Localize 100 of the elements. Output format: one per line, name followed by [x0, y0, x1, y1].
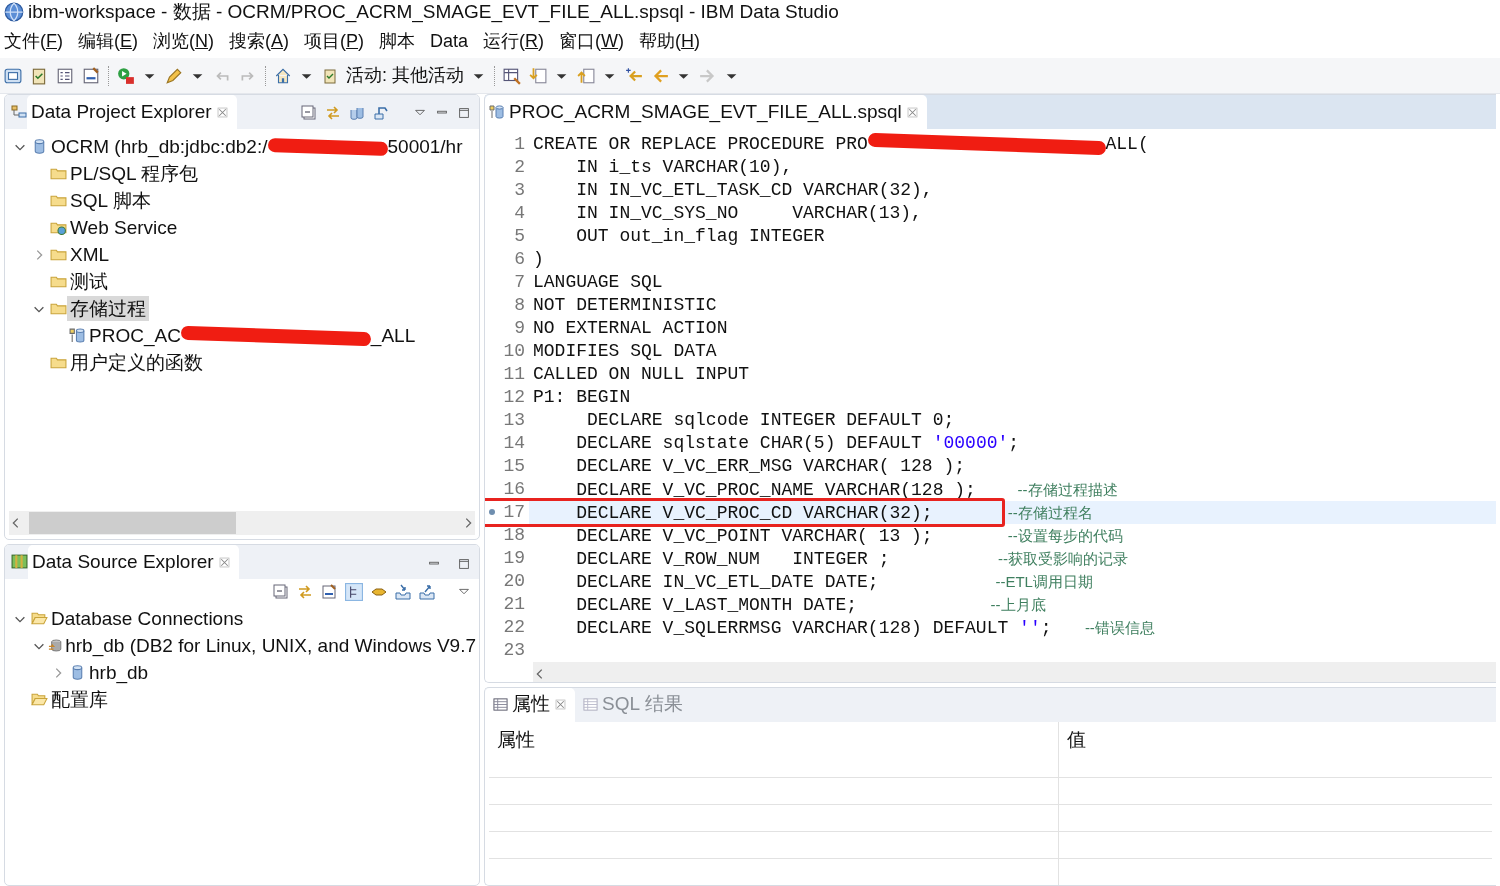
- menu-item[interactable]: 浏览(N): [153, 27, 214, 55]
- line-number: 9: [513, 317, 526, 340]
- code-comment: --获取受影响的记录: [997, 550, 1128, 567]
- line-number: 7: [513, 271, 526, 294]
- code-text: NOT DETERMINISTIC: [533, 295, 717, 315]
- collapse-all-icon[interactable]: [301, 105, 317, 121]
- run-icon[interactable]: [117, 66, 135, 85]
- column-header: 值: [1067, 728, 1086, 750]
- tree-item[interactable]: PL/SQL 程序包: [67, 161, 202, 186]
- database-icon[interactable]: [349, 105, 365, 121]
- line-number: 19: [502, 547, 526, 570]
- maximize-icon[interactable]: [457, 557, 471, 571]
- line-number: 3: [513, 179, 526, 202]
- maximize-icon[interactable]: [457, 106, 471, 120]
- line-number: 1: [513, 133, 526, 156]
- string-literal: '00000': [932, 433, 1009, 453]
- close-icon[interactable]: [905, 105, 919, 119]
- list-icon[interactable]: [56, 66, 74, 85]
- code-text: ALL(: [1105, 134, 1149, 154]
- tree-item[interactable]: SQL 脚本: [67, 188, 154, 213]
- code-text: P1: BEGIN: [533, 387, 631, 407]
- menu-item[interactable]: 文件(F): [4, 27, 63, 55]
- window-icon[interactable]: [4, 66, 22, 85]
- menu-item[interactable]: 脚本: [379, 27, 416, 55]
- tree-item[interactable]: 存储过程: [67, 296, 149, 321]
- code-text: DECLARE V_SQLERRMSG VARCHAR(128) DEFAULT: [575, 618, 1010, 638]
- tree-item[interactable]: XML: [67, 242, 113, 267]
- column-header: 属性: [497, 728, 535, 750]
- import-icon[interactable]: [395, 584, 411, 600]
- close-icon[interactable]: [554, 698, 567, 711]
- table-icon: [583, 697, 598, 712]
- pencil-icon[interactable]: [165, 66, 183, 85]
- line-number: 20: [502, 570, 526, 593]
- tree-item[interactable]: hrb_db: [86, 660, 152, 685]
- menu-item[interactable]: 搜索(A): [229, 27, 290, 55]
- close-icon[interactable]: [217, 555, 231, 569]
- code-text: IN IN_VC_ETL_TASK_CD VARCHAR(32),: [575, 180, 933, 200]
- activity-label[interactable]: 活动: 其他活动: [346, 62, 464, 89]
- code-text: OUT out_in_flag INTEGER: [575, 226, 825, 246]
- menu-item[interactable]: 编辑(E): [78, 27, 138, 55]
- code-text: MODIFIES SQL DATA: [533, 341, 717, 361]
- code-text: DECLARE V_LAST_MONTH DATE;: [575, 595, 858, 615]
- tree-item[interactable]: 测试: [67, 269, 111, 294]
- clipboard-icon[interactable]: [322, 67, 338, 84]
- code-comment: --上月底: [990, 596, 1046, 613]
- tree-item[interactable]: 配置库: [48, 687, 111, 712]
- line-number: 8: [513, 294, 526, 317]
- tree-item[interactable]: 用户定义的函数: [67, 350, 206, 375]
- export-icon[interactable]: [419, 584, 435, 600]
- line-number: 22: [502, 616, 526, 639]
- tree-item[interactable]: Database Connections: [48, 606, 247, 631]
- code-text: DECLARE V_VC_ERR_MSG VARCHAR( 128 );: [575, 456, 966, 476]
- code-text: DECLARE V_VC_POINT VARCHAR( 13 );: [575, 526, 933, 546]
- menu-item[interactable]: 项目(P): [304, 27, 365, 55]
- document-icon[interactable]: [577, 66, 595, 85]
- home-icon[interactable]: [274, 66, 292, 85]
- tree-item[interactable]: hrb_db (DB2 for Linux, UNIX, and Windows V9.7: [62, 633, 479, 658]
- code-text: DECLARE sqlcode INTEGER DEFAULT 0;: [586, 410, 955, 430]
- marker-icon: [489, 509, 495, 515]
- file-icon: [489, 104, 505, 120]
- line-number: 4: [513, 202, 526, 225]
- line-number: 17: [485, 501, 529, 524]
- link-icon[interactable]: [297, 584, 313, 600]
- menu-item[interactable]: 窗口(W): [559, 27, 625, 55]
- clipboard-icon[interactable]: [30, 66, 48, 85]
- sql-icon[interactable]: [82, 66, 100, 85]
- code-text: ): [533, 249, 544, 269]
- tree-icon[interactable]: [345, 583, 363, 601]
- document-icon[interactable]: [529, 66, 547, 85]
- code-text: DECLARE IN_VC_ETL_DATE DATE;: [575, 572, 879, 592]
- line-number: 13: [502, 409, 526, 432]
- line-number: 23: [502, 639, 526, 662]
- string-literal: '': [1019, 618, 1041, 638]
- collapse-all-icon[interactable]: [273, 584, 289, 600]
- tree-item[interactable]: Web Service: [67, 215, 181, 240]
- code-comment: --存储过程描述: [1017, 481, 1118, 498]
- sql-icon[interactable]: [321, 584, 337, 600]
- menu-item[interactable]: 帮助(H): [639, 27, 701, 55]
- code-text: ;: [1008, 433, 1020, 453]
- database-icon: [69, 327, 86, 344]
- close-icon[interactable]: [215, 105, 229, 119]
- folder-icon: [31, 691, 48, 708]
- line-number: 2: [513, 156, 526, 179]
- table-icon[interactable]: [503, 66, 521, 85]
- code-text: NO EXTERNAL ACTION: [533, 318, 728, 338]
- code-text: DECLARE sqlstate CHAR(5) DEFAULT: [575, 433, 923, 453]
- scrollbar-thumb[interactable]: [29, 512, 236, 534]
- server-icon: [47, 637, 63, 654]
- link-icon[interactable]: [325, 105, 341, 121]
- tree-item[interactable]: PROC_AC _ALL: [86, 323, 419, 348]
- menu-item[interactable]: 运行(R): [483, 27, 545, 55]
- line-number: 15: [502, 455, 526, 478]
- line-number: 21: [502, 593, 526, 616]
- code-text: IN i_ts VARCHAR(10),: [575, 157, 793, 177]
- code-text: IN IN_VC_SYS_NO VARCHAR(13),: [575, 203, 922, 223]
- line-number: 14: [502, 432, 526, 455]
- app-icon: [4, 2, 24, 22]
- menu-item[interactable]: Data: [430, 27, 469, 55]
- code-text: DECLARE V_ROW_NUM INTEGER ;: [575, 549, 890, 569]
- tree-item[interactable]: OCRM (hrb_db:jdbc:db2:/ 50001/hr: [48, 134, 466, 159]
